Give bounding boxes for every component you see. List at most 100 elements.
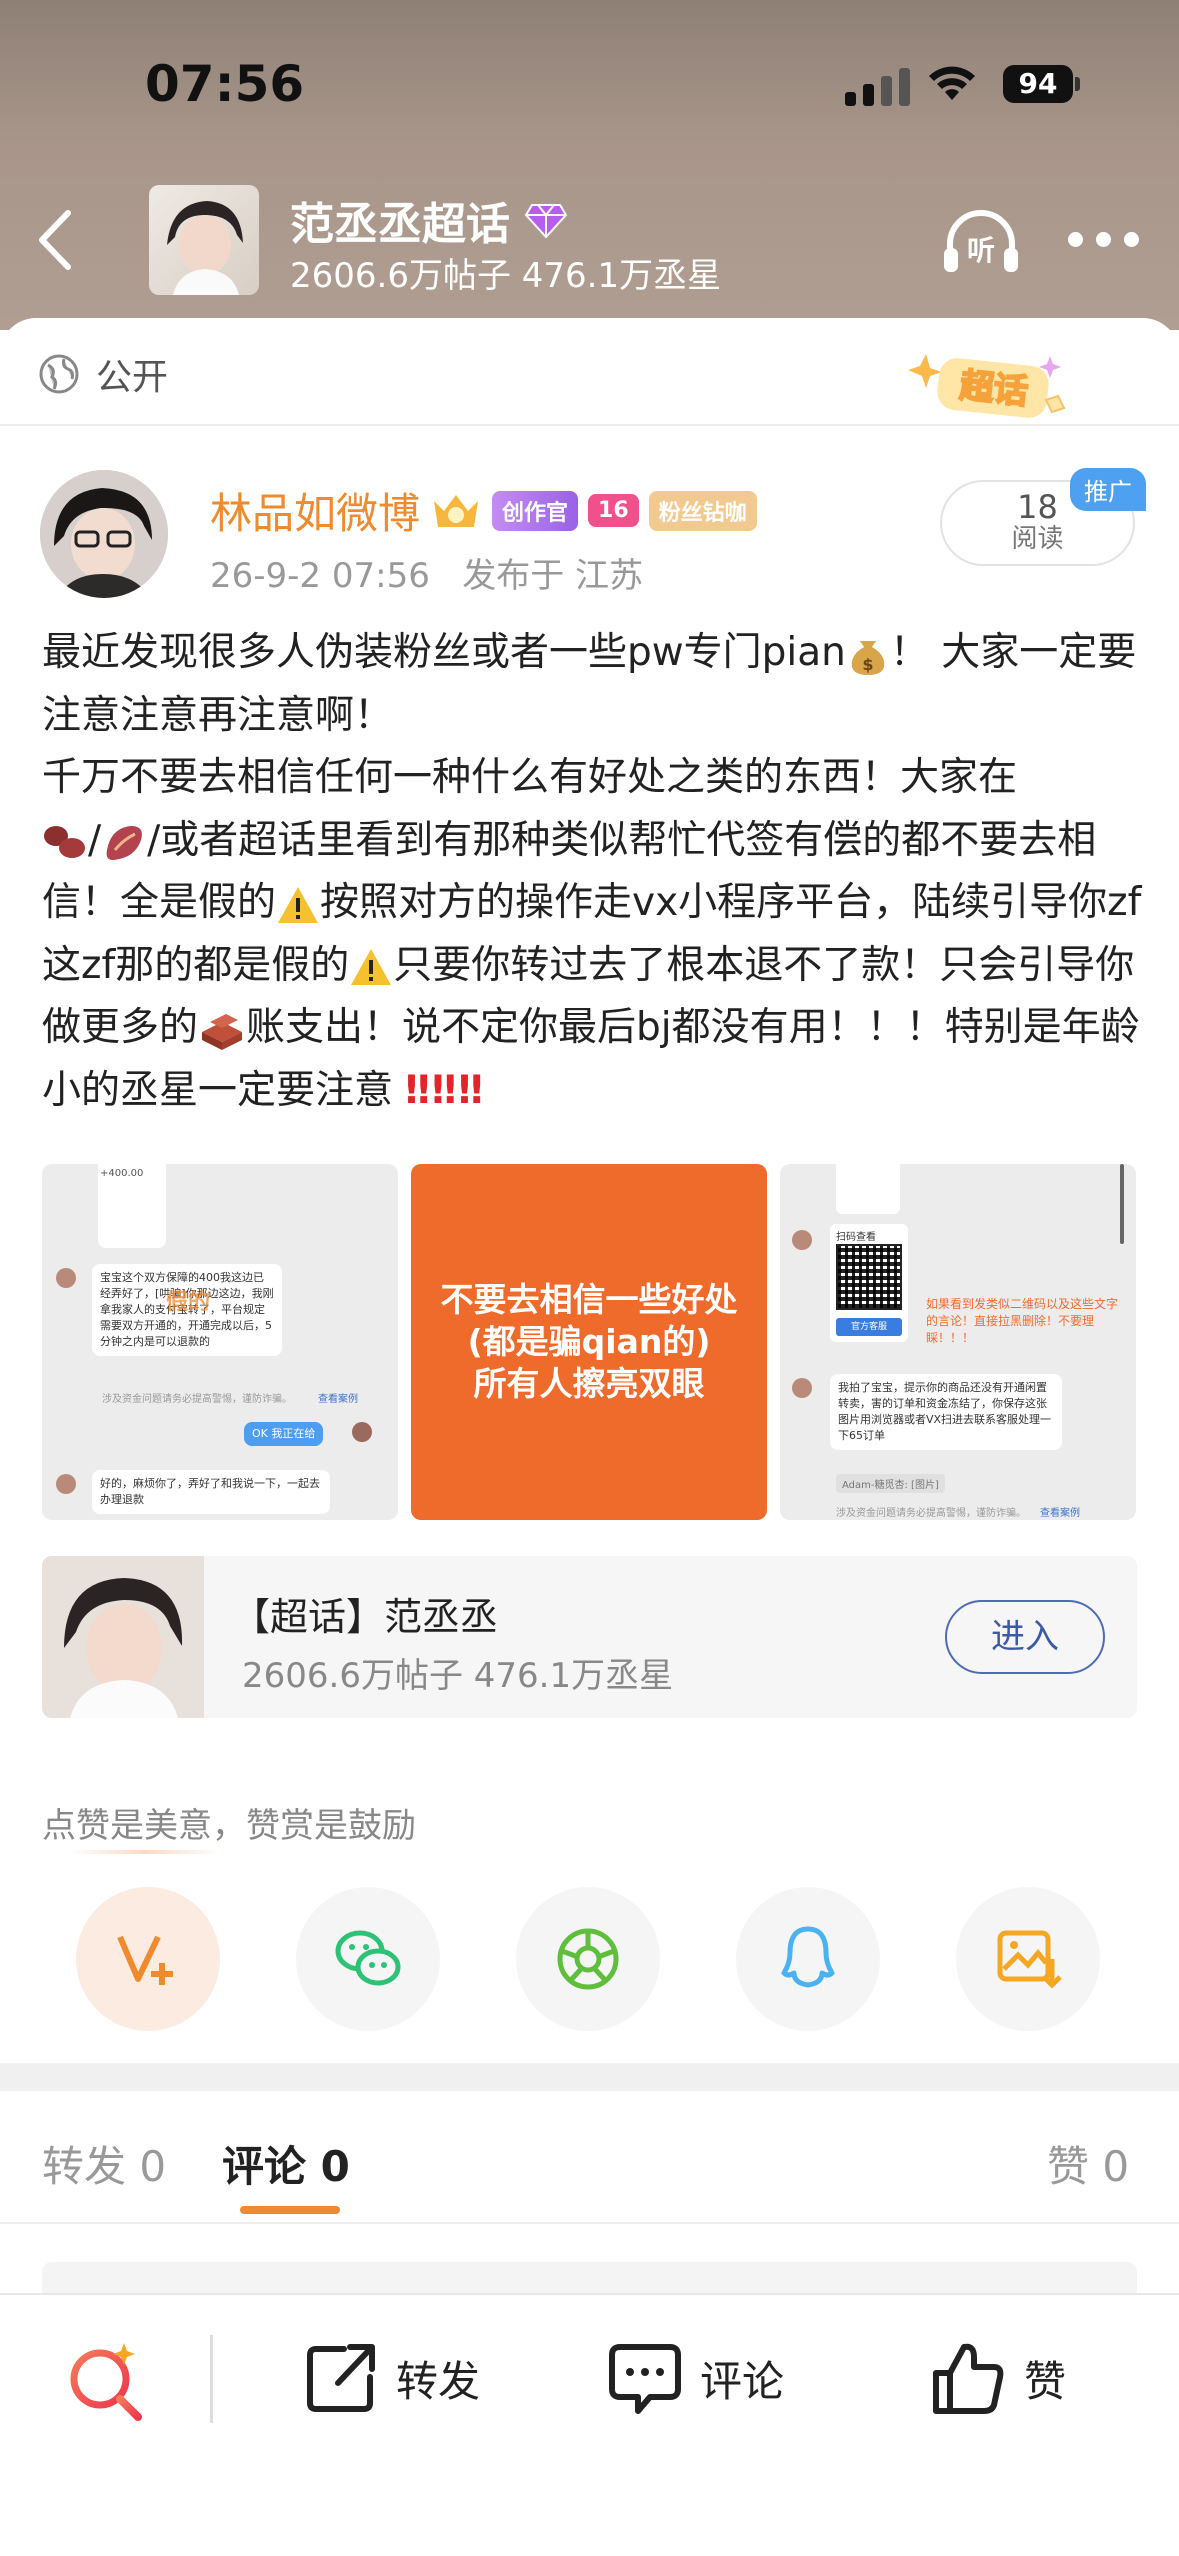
listen-label: 听 (967, 234, 995, 267)
visibility-row: 公开 (38, 348, 168, 400)
bricks-icon (202, 1013, 243, 1050)
like-label: 赞 (1024, 2356, 1067, 2406)
post-meta: 26-9-2 07:56 发布于 江苏 (210, 548, 643, 597)
enter-button[interactable]: 进入 (945, 1600, 1105, 1674)
diamond-icon (524, 204, 568, 239)
status-time: 07:56 (145, 55, 305, 113)
wifi-icon (929, 66, 975, 100)
share-moments-button[interactable] (516, 1887, 660, 2031)
visibility-label: 公开 (96, 357, 169, 398)
topic-card-stats: 2606.6万帖子 476.1万丞星 (242, 1656, 674, 1696)
topic-stats: 2606.6万帖子 476.1万丞星 (290, 256, 722, 296)
share-vplus-button[interactable] (76, 1887, 220, 2031)
qr-title: 扫码查看 (836, 1232, 876, 1243)
tab-repost[interactable]: 转发 0 (42, 2133, 166, 2194)
battery-indicator: 94 (1003, 65, 1073, 103)
red-note: 如果看到发类似二维码以及这些文字的言论！直接拉黑删除！不要理睬！！！ (926, 1297, 1119, 1345)
chat-avatar (792, 1230, 812, 1250)
topic-title-row[interactable]: 范丞丞超话 (290, 188, 568, 252)
topic-thumbnail[interactable] (149, 185, 259, 295)
reward-tip: 点赞是美意，赞赏是鼓励 (42, 1806, 416, 1846)
avatar[interactable] (40, 470, 168, 598)
warning-icon (351, 949, 392, 985)
bottom-action-bar: 转发 评论 赞 (0, 2293, 1179, 2556)
post-image-2[interactable]: 不要去相信一些好处 (都是骗qian的) 所有人擦亮双眼 (411, 1164, 767, 1520)
comment-label: 评论 (700, 2356, 785, 2406)
money-bag-icon: $ (851, 640, 885, 675)
listen-button[interactable]: 听 (940, 208, 1022, 276)
topic-card-image (42, 1556, 204, 1718)
tab-comment[interactable]: 评论 0 (222, 2133, 350, 2194)
super-topic-tag[interactable]: 超话 (898, 340, 1078, 430)
qr-code (836, 1244, 902, 1310)
risk-link: 查看案例 (318, 1394, 358, 1405)
headphones-icon: 听 (944, 210, 1018, 272)
beans-icon (44, 826, 85, 858)
post-images: +400.00 宝宝这个双方保障的400我这边已经弄好了，[哄骗]你那边这边，我… (42, 1164, 1136, 1520)
tab-indicator (240, 2206, 340, 2214)
more-icon[interactable] (1068, 232, 1139, 247)
repost-button[interactable]: 转发 (302, 2339, 480, 2417)
post-text: 最近发现很多人伪装粉丝或者一些pw专门pian $！ 大家一定要注意注意再注意啊！… (42, 630, 1142, 1113)
author-row: 林品如微博 创作官 16 粉丝钻咖 (210, 480, 757, 541)
post-image-3[interactable]: 扫码查看 官方客服 如果看到发类似二维码以及这些文字的言论！直接拉黑删除！不要理… (780, 1164, 1136, 1520)
search-icon[interactable] (62, 2337, 152, 2427)
topic-title: 范丞丞超话 (290, 199, 510, 250)
amount-text: +400.00 (100, 1168, 144, 1179)
share-wechat-button[interactable] (296, 1887, 440, 2031)
chat-bubble: 我拍了宝宝，提示你的商品还没有开通闲置转卖，害的订单和资金冻结了，你保存这张图片… (830, 1374, 1062, 1450)
qq-icon (781, 1926, 835, 1988)
like-button[interactable]: 赞 (930, 2339, 1066, 2417)
chat-avatar (792, 1378, 812, 1398)
risk-warning: 涉及资金问题请务必提高警惕，谨防诈骗。 (102, 1394, 292, 1405)
author-name[interactable]: 林品如微博 (210, 480, 420, 541)
post-time: 26-9-2 07:56 (210, 556, 430, 596)
signal-icon (845, 68, 910, 106)
share-qq-button[interactable] (736, 1887, 880, 2031)
moments-icon (557, 1928, 619, 1990)
fan-badge: 粉丝钻咖 (648, 490, 757, 531)
read-label: 阅读 (1011, 524, 1064, 554)
post-tabs (0, 2091, 1179, 2223)
svg-text:$: $ (862, 655, 873, 674)
tab-like[interactable]: 赞 0 (1047, 2133, 1129, 2194)
chat-reply: OK 我正在给 (244, 1422, 324, 1446)
globe-icon (39, 354, 79, 394)
double-exclamation-icons: ‼‼‼ (405, 1067, 485, 1113)
post-location: 发布于 江苏 (462, 556, 644, 596)
qr-button: 官方客服 (836, 1318, 902, 1336)
qr-card: 扫码查看 官方客服 (830, 1224, 908, 1342)
tip-underline (70, 1850, 220, 1854)
promo-badge: 推广 (1070, 468, 1146, 511)
risk-link: 查看案例 (1040, 1508, 1080, 1519)
repost-label: 转发 (396, 2356, 481, 2406)
risk-warning: 涉及资金问题请务必提高警惕，谨防诈骗。 (836, 1508, 1026, 1519)
chat-avatar (352, 1422, 372, 1442)
divider (0, 424, 1179, 426)
v-plus-icon (117, 1935, 173, 1985)
thumbs-up-icon (933, 2343, 1004, 2414)
battery-tip (1075, 77, 1080, 91)
post-image-1[interactable]: +400.00 宝宝这个双方保障的400我这边已经弄好了，[哄骗]你那边这边，我… (42, 1164, 398, 1520)
topic-card-title: 【超话】范丞丞 (232, 1595, 499, 1639)
wechat-icon (335, 1930, 401, 1986)
watermark-text: 假的 (166, 1290, 211, 1315)
comment-button[interactable]: 评论 (606, 2339, 784, 2417)
topic-link-card[interactable]: 【超话】范丞丞 2606.6万帖子 476.1万丞星 进入 (42, 1556, 1137, 1718)
repost-icon (307, 2344, 375, 2412)
super-topic-label: 超话 (958, 366, 1030, 413)
chat-avatar (56, 1268, 76, 1288)
save-image-icon (997, 1930, 1062, 1989)
divider (0, 2222, 1179, 2224)
warning-icon (278, 886, 319, 923)
chat-avatar (56, 1474, 76, 1494)
comment-icon (609, 2344, 681, 2414)
bottom-separator (210, 2335, 213, 2423)
chat-bubble: 好的，麻烦你了，弄好了和我说一下，一起去办理退款 (92, 1470, 330, 1514)
crown-badge-icon (434, 494, 479, 527)
warning-banner-text: 不要去相信一些好处 (都是骗qian的) 所有人擦亮双眼 (440, 1280, 738, 1403)
save-image-button[interactable] (956, 1887, 1100, 2031)
level-badge: 16 (588, 494, 639, 527)
back-icon[interactable] (30, 205, 80, 275)
section-gap (0, 2063, 1179, 2091)
